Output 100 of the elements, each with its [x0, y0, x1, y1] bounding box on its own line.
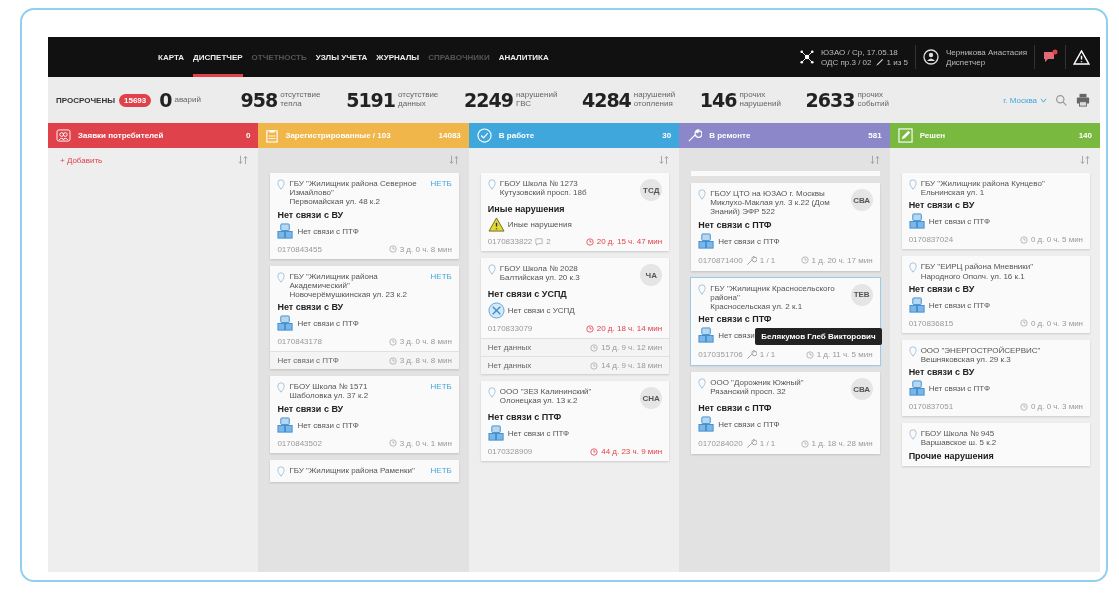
address-line: Олонецкая ул. 13 к.2: [499, 396, 579, 406]
incident-number: 0170284020: [698, 439, 743, 449]
incident-card[interactable]: ООО "ЭНЕРГОСТРОЙСЕРВИС" Вешняковская ул. 29 к.3 Нет связи с ВУ Нет связи с ПТФ 0170837051 0 д. 0 ч. 3 мин: [901, 339, 1091, 417]
incident-card[interactable]: ГБОУ Школа № 2028 Балтийская ул. 20 к.3 ЧА Нет связи с УСПД Нет связи с УСПД 0170833079 20 д. 18 ч. 14 мин Нет данных 15 д. 9 ч. 12 мин Нет данных 14 д. 9 ч. 18 мин: [480, 258, 670, 374]
sub-event: Нет данных: [487, 361, 532, 370]
overdue-count-badge[interactable]: 15693: [119, 93, 152, 107]
sub-event: Нет данных: [487, 343, 532, 352]
edit-icon: [897, 128, 913, 143]
location-pin-icon: [698, 189, 707, 200]
wrench-icon: [687, 128, 703, 143]
incident-title: Нет связи с ВУ: [908, 283, 976, 294]
incident-card[interactable]: ГБУ "Жилищник района Академический" Новочерёмушкинская ул. 23 к.2 НЕТБ Нет связи с ВУ Нет связи с ПТФ 0170843178 3 д. 0 ч. 8 мин Нет связи с ПТФ 3 д. 8 ч. 8 мин: [270, 265, 459, 370]
incident-card[interactable]: ГБУ "Жилищник Красносельского района" Красносельская ул. 2 к.1 ТЕВ Нет связи с ПТФ Нет связи Белякумов Глеб Викторович 0170351706 1 / 1 1 д. 11 ч. 5 мин: [691, 277, 880, 366]
assignee-initials[interactable]: ТЕВ: [850, 283, 873, 306]
chat-icon[interactable]: [1042, 49, 1058, 65]
address-line: ГБОУ Школа № 945: [920, 429, 996, 439]
stat-value: 5191: [346, 89, 396, 111]
device-icon: [277, 416, 295, 434]
elapsed-time: 3 д. 0 ч. 8 мин: [399, 337, 452, 347]
status-tag: НЕТБ: [430, 382, 452, 392]
incident-title: Иные нарушения: [487, 204, 566, 214]
address-line: Новочерёмушкинская ул. 23 к.2: [289, 289, 408, 300]
search-icon[interactable]: [1055, 93, 1068, 107]
address-line: Первомайская ул. 48 к.2: [289, 197, 381, 207]
assignee-initials[interactable]: СВА: [850, 189, 873, 211]
device-icon: [698, 327, 716, 345]
address-line: Шаболовка ул. 37 к.2: [289, 391, 370, 401]
clock-icon: [800, 439, 809, 448]
incident-number: 0170351706: [698, 350, 743, 360]
location-pin-icon: [698, 378, 707, 390]
incident-card[interactable]: ООО "ЗЕЗ Калининский" Олонецкая ул. 13 к.2 СНА Нет связи с ПТФ Нет связи с ПТФ 0170328909 44 д. 23 ч. 9 мин: [480, 381, 670, 461]
clock-icon: [1019, 319, 1028, 328]
stat-value: 146: [699, 89, 737, 111]
incident-card[interactable]: ГБОУ ЦТО на ЮЗАО г. Москвы Миклухо-Маклая ул. 3 к.22 (Дом Знаний) ЭФР 522 СВА Нет связи с ПТФ Нет связи с ПТФ 0170871400 1 / 1 1 д. 20 ч. 17 мин: [691, 183, 880, 271]
sort-icon[interactable]: [448, 155, 459, 165]
elapsed-time: 3 д. 8 ч. 8 мин: [399, 356, 452, 366]
user-icon[interactable]: [923, 49, 939, 65]
stat-label: прочих событий: [857, 91, 890, 109]
clock-icon: [388, 356, 397, 365]
incident-card[interactable]: ГБОУ Школа № 1571 Шаболовка ул. 37 к.2 НЕТБ Нет связи с ВУ Нет связи с ПТФ 0170843502 3 д. 0 ч. 1 мин: [270, 376, 459, 453]
address-line: Миклухо-Маклая ул. 3 к.22 (Дом Знаний) ЭФР 522: [710, 198, 831, 217]
nav-tab[interactable]: АНАЛИТИКА: [498, 37, 549, 77]
printer-icon[interactable]: [1076, 93, 1090, 107]
comment-count: 2: [546, 237, 551, 246]
assignee-initials[interactable]: ТСД: [640, 179, 663, 201]
people-icon: [56, 129, 71, 142]
location-pin-icon: [908, 345, 917, 357]
elapsed-time: 1 д. 18 ч. 28 мин: [811, 439, 873, 449]
incident-detail: Нет связи с ПТФ: [507, 429, 570, 438]
sort-icon[interactable]: [238, 155, 249, 165]
stat-label: нарушений отопления: [633, 91, 677, 109]
sort-icon[interactable]: [869, 155, 880, 165]
address-line: ГБОУ Школа № 1273: [499, 179, 579, 189]
sort-icon[interactable]: [1080, 155, 1091, 165]
incident-number: 0170837051: [908, 402, 954, 412]
pen-icon: [874, 57, 884, 67]
incident-title: Нет связи с ПТФ: [487, 412, 563, 422]
location-pin-icon: [908, 262, 917, 274]
stat-value: 0: [159, 89, 172, 111]
sub-event: Нет связи с ПТФ: [277, 356, 339, 366]
incident-card[interactable]: ГБОУ Школа № 1273 Кутузовский просп. 18б ТСД Иные нарушения Иные нарушения 0170833822 2 20 д. 15 ч. 47 мин: [480, 173, 670, 251]
sort-icon[interactable]: [659, 155, 670, 165]
assignee-initials[interactable]: СВА: [850, 378, 873, 401]
shift-label: ОДС пр.3 / 02: [821, 57, 872, 67]
column-count: 14083: [438, 131, 461, 140]
address-line: ООО "ЗЕЗ Калининский": [499, 387, 593, 397]
nav-tab[interactable]: УЗЛЫ УЧЕТА: [315, 37, 368, 77]
address-line: ГБОУ ЦТО на ЮЗАО г. Москвы: [710, 189, 826, 199]
clock-icon: [1019, 402, 1028, 411]
nav-tab[interactable]: КАРТА: [158, 37, 185, 77]
incident-detail: Нет связи с ПТФ: [928, 300, 990, 310]
network-icon[interactable]: [800, 50, 814, 64]
check-circle-icon: [476, 128, 492, 143]
incident-card[interactable]: ГБУ "Жилищник района Кунцево" Ельнинская ул. 1 Нет связи с ВУ Нет связи с ПТФ 0170837024 0 д. 0 ч. 5 мин: [901, 173, 1091, 250]
caret-icon[interactable]: [1040, 97, 1047, 103]
nav-tab[interactable]: ЖУРНАЛЫ: [376, 37, 420, 77]
incident-card[interactable]: ГБУ "Жилищник района Северное Измайлово" Первомайская ул. 48 к.2 НЕТБ Нет связи с ВУ Нет связи с ПТФ 0170843455 3 д. 0 ч. 8 мин: [270, 173, 459, 259]
address-line: ГБОУ Школа № 1571: [289, 382, 369, 392]
incident-title: Нет связи с ВУ: [277, 403, 345, 414]
incident-card[interactable]: ГБОУ Школа № 945 Варшавское ш. 5 к.2 Прочие нарушения: [901, 423, 1091, 466]
incident-card[interactable]: ГБУ "Жилищник района Раменки" НЕТБ: [270, 459, 459, 482]
location-pin-icon: [698, 283, 707, 295]
stat-value: 2249: [464, 89, 513, 111]
clock-icon: [388, 337, 397, 346]
assignee-initials[interactable]: ЧА: [640, 264, 663, 286]
address-line: ГБУ "ЕИРЦ района Мневники": [920, 262, 1035, 272]
incident-detail: Нет связи: [718, 331, 755, 341]
incident-card[interactable]: ГБУ "ЕИРЦ района Мневники" Народного Ополч. ул. 16 к.1 Нет связи с ВУ Нет связи с ПТФ 0170836815 0 д. 0 ч. 3 мин: [901, 256, 1091, 333]
district-date: ЮЗАО / Ср, 17.05.18: [821, 47, 899, 57]
warning-icon[interactable]: [1073, 49, 1090, 65]
incident-title: Нет связи с ВУ: [277, 302, 345, 313]
clock-icon: [590, 447, 599, 456]
address-line: ГБУ "Жилищник района Северное Измайлово": [289, 179, 418, 198]
column-title: В ремонте: [709, 131, 752, 140]
add-link[interactable]: + Добавить: [60, 155, 103, 165]
assignee-initials[interactable]: СНА: [640, 387, 663, 409]
elapsed-time: 3 д. 0 ч. 8 мин: [399, 244, 452, 254]
tools-circle-icon: [487, 302, 505, 319]
address-line: Варшавское ш. 5 к.2: [920, 438, 998, 448]
incident-card[interactable]: ООО "Дорожник Южный" Рязанский просп. 32 СВА Нет связи с ПТФ Нет связи с ПТФ 0170284020 1 / 1 1 д. 18 ч. 28 мин: [691, 372, 880, 455]
